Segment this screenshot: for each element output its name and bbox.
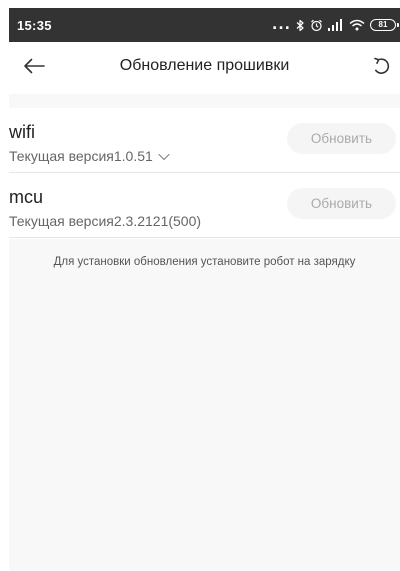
- module-version[interactable]: Текущая версия1.0.51: [9, 148, 170, 164]
- screen: 15:35 ... 81 Обновление прошивки wifi Те…: [0, 0, 400, 571]
- wifi-icon: [349, 19, 365, 31]
- status-icons: ... 81: [272, 17, 399, 33]
- notification-dots: ...: [272, 17, 291, 33]
- update-button[interactable]: Обновить: [287, 123, 396, 154]
- version-text: Текущая версия1.0.51: [9, 148, 153, 164]
- page-title: Обновление прошивки: [119, 57, 290, 74]
- module-row-wifi: wifi Текущая версия1.0.51 Обновить: [9, 108, 400, 173]
- version-text: Текущая версия2.3.2121(500): [9, 213, 202, 229]
- refresh-button[interactable]: [370, 56, 394, 80]
- refresh-icon: [372, 56, 392, 80]
- bluetooth-icon: [296, 19, 305, 32]
- app-header: Обновление прошивки: [9, 42, 400, 94]
- charging-hint: Для установки обновления установите робо…: [53, 256, 356, 268]
- update-button[interactable]: Обновить: [287, 188, 396, 219]
- module-name: mcu: [9, 187, 44, 207]
- module-version: Текущая версия2.3.2121(500): [9, 213, 201, 229]
- module-name: wifi: [9, 122, 35, 142]
- signal-icon: [328, 19, 344, 31]
- battery-indicator: 81: [370, 19, 399, 31]
- alarm-icon: [310, 19, 323, 32]
- firmware-modules-list: wifi Текущая версия1.0.51 Обновить mcu Т…: [9, 108, 400, 239]
- status-time: 15:35: [17, 17, 52, 33]
- divider: [9, 237, 400, 238]
- module-row-mcu: mcu Текущая версия2.3.2121(500) Обновить: [9, 173, 400, 238]
- content-area: wifi Текущая версия1.0.51 Обновить mcu Т…: [9, 94, 400, 571]
- chevron-down-icon: [158, 148, 170, 164]
- status-bar: 15:35 ... 81: [9, 8, 400, 42]
